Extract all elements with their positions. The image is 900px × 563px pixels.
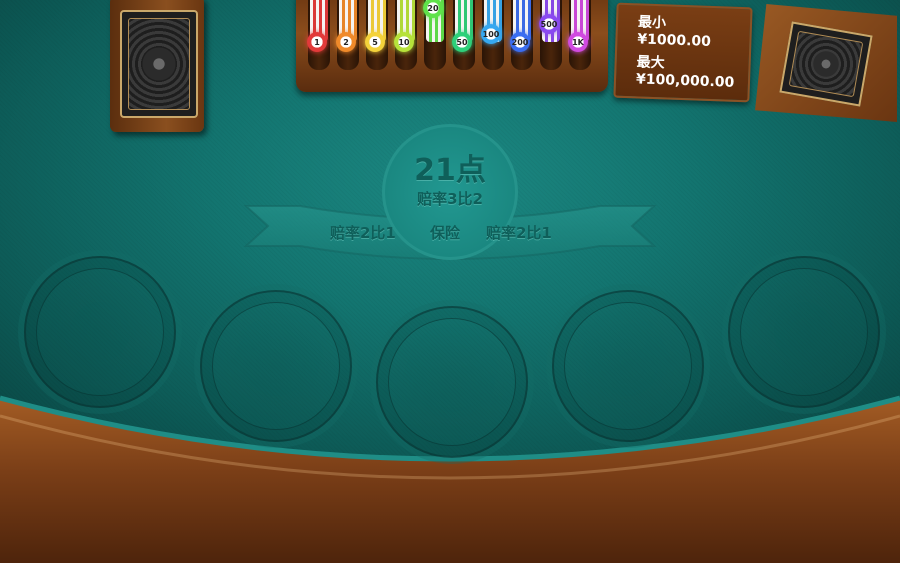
chip-500[interactable]: 500 [539, 14, 559, 34]
bet-spot-ring [740, 268, 868, 396]
bet-spot-3[interactable] [376, 306, 528, 458]
chip-slot[interactable]: 1 [307, 0, 330, 70]
chip-1[interactable]: 1 [307, 32, 327, 52]
card-deck [110, 0, 204, 132]
banner-left-odds: 赔率2比1 [330, 224, 396, 242]
max-label: 最大 [636, 54, 665, 72]
bet-spot-ring [212, 302, 340, 430]
chip-slot[interactable]: 1K [568, 0, 591, 70]
banner-insurance: 保险 [430, 224, 461, 242]
chip-2[interactable]: 2 [336, 32, 356, 52]
chip-5[interactable]: 5 [365, 32, 385, 52]
payout-odds: 赔率3比2 [417, 190, 483, 208]
chip-slot[interactable]: 500 [539, 0, 562, 70]
blackjack-table: 21点 赔率3比2 赔率2比1 保险 赔率2比1 1 2 5 10 20 50 … [0, 0, 900, 563]
max-value: ¥100,000.00 [635, 71, 735, 91]
chip-1k[interactable]: 1K [568, 32, 588, 52]
chip-200[interactable]: 200 [510, 32, 530, 52]
chip-slot[interactable]: 2 [336, 0, 359, 70]
bet-spot-ring [388, 318, 516, 446]
game-title: 21点 [414, 153, 486, 188]
card-back [120, 10, 198, 118]
chip-tray: 1 2 5 10 20 50 100 200 500 1K [296, 0, 608, 92]
card-back [779, 21, 873, 107]
bet-spot-2[interactable] [200, 290, 352, 442]
bet-spot-5[interactable] [728, 256, 880, 408]
chip-slot[interactable]: 20 [423, 0, 446, 70]
bet-spot-ring [564, 302, 692, 430]
banner-right-odds: 赔率2比1 [486, 224, 552, 242]
bet-spot-ring [36, 268, 164, 396]
chip-100[interactable]: 100 [481, 24, 501, 44]
card-shoe [755, 4, 897, 122]
bet-spot-4[interactable] [552, 290, 704, 442]
chip-10[interactable]: 10 [394, 32, 414, 52]
chip-slot[interactable]: 200 [510, 0, 533, 70]
bet-spot-1[interactable] [24, 256, 176, 408]
chip-slot[interactable]: 10 [394, 0, 417, 70]
card-ornament-icon [128, 18, 190, 110]
chip-50[interactable]: 50 [452, 32, 472, 52]
min-value: ¥1000.00 [637, 31, 712, 50]
chip-slot[interactable]: 50 [452, 0, 475, 70]
chip-slot[interactable]: 5 [365, 0, 388, 70]
card-ornament-icon [788, 30, 864, 98]
bet-limits-board: 最小 ¥1000.00 最大 ¥100,000.00 [613, 2, 753, 103]
chip-slot[interactable]: 100 [481, 0, 504, 70]
min-label: 最小 [637, 14, 667, 32]
